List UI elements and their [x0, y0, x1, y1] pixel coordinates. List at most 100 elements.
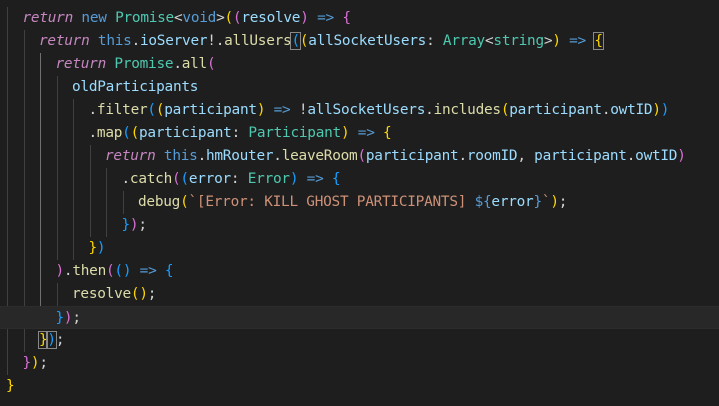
code-token: . — [88, 125, 98, 141]
code-line[interactable]: } — [0, 375, 719, 398]
code-token: => — [298, 171, 332, 187]
code-token: filter — [96, 102, 148, 118]
code-token: allUsers — [224, 33, 292, 49]
code-line[interactable]: .filter((participant) => !allSocketUsers… — [0, 99, 719, 122]
code-token: all — [181, 56, 208, 72]
code-token: } — [533, 194, 542, 210]
code-line[interactable]: ).then(() => { — [0, 260, 719, 283]
code-token: ; — [138, 217, 147, 233]
code-line[interactable]: }); — [0, 329, 719, 352]
code-token: ioServer — [139, 33, 208, 49]
code-token: ) — [256, 102, 266, 118]
code-line[interactable]: .map((participant: Participant) => { — [0, 122, 719, 145]
code-token: allSocketUsers — [308, 33, 427, 49]
code-token: `[Error: KILL GHOST PARTICIPANTS] — [188, 194, 475, 210]
code-token: ( — [147, 102, 156, 118]
code-line[interactable]: }); — [0, 306, 719, 329]
code-token: participant — [139, 125, 232, 141]
code-token: : — [231, 125, 249, 141]
code-token: => — [560, 33, 595, 49]
code-token: participant — [365, 148, 459, 164]
code-token: return — [22, 10, 74, 26]
code-token: ) — [122, 263, 132, 279]
code-token: } — [6, 378, 15, 394]
code-line[interactable]: .catch((error: Error) => { — [0, 168, 719, 191]
code-token: { — [342, 10, 351, 26]
code-token: new — [81, 10, 107, 26]
code-token: catch — [129, 171, 172, 187]
code-token: error — [491, 194, 534, 210]
code-token: . — [601, 102, 611, 118]
code-token: ( — [114, 263, 123, 279]
code-token: } — [22, 355, 32, 371]
code-token: . — [197, 148, 207, 164]
code-token: Array — [442, 33, 485, 49]
code-token: { — [164, 263, 174, 279]
code-line[interactable]: }) — [0, 237, 719, 260]
code-line[interactable]: return this.hmRouter.leaveRoom(participa… — [0, 145, 719, 168]
code-token: !. — [207, 33, 225, 49]
code-line[interactable]: }); — [0, 214, 719, 237]
code-token: this — [97, 33, 132, 49]
code-token: ( — [180, 171, 189, 187]
code-line[interactable]: return this.ioServer!.allUsers((allSocke… — [0, 30, 719, 53]
code-token: oldParticipants — [72, 79, 199, 95]
code-token: ) — [552, 33, 561, 49]
code-token: participant — [534, 148, 627, 164]
code-token: includes — [433, 102, 502, 118]
code-token: } — [55, 310, 65, 326]
code-token: ( — [357, 148, 366, 164]
code-token: Participant — [248, 125, 341, 141]
code-token: { — [593, 32, 604, 50]
code-token: owtID — [635, 148, 678, 164]
code-token: . — [173, 56, 182, 72]
code-line[interactable]: oldParticipants — [0, 76, 719, 99]
code-token: } — [121, 217, 131, 233]
code-token: ; — [147, 286, 157, 302]
code-token: . — [121, 171, 131, 187]
code-token: ; — [72, 310, 81, 326]
code-line[interactable]: }); — [0, 352, 719, 375]
code-token: ( — [290, 32, 301, 50]
code-token: hmRouter — [205, 148, 274, 164]
code-token: return — [39, 33, 90, 49]
code-token: ${ — [474, 194, 492, 210]
code-token: roomID — [466, 148, 518, 164]
code-token: leaveRoom — [281, 148, 358, 164]
code-token: ( — [206, 56, 216, 72]
code-token: Error — [247, 171, 290, 187]
code-token: . — [273, 148, 282, 164]
code-line[interactable]: debug(`[Error: KILL GHOST PARTICIPANTS] … — [0, 191, 719, 214]
code-line[interactable]: return new Promise<void>((resolve) => { — [0, 7, 719, 30]
code-token: . — [131, 33, 141, 49]
code-token: resolve — [241, 10, 301, 26]
code-token: ) — [55, 263, 65, 279]
code-token: ( — [130, 125, 140, 141]
code-token: ) — [652, 102, 661, 118]
code-line[interactable]: resolve(); — [0, 283, 719, 306]
code-token: : — [426, 33, 443, 49]
code-token: ) — [289, 171, 299, 187]
code-token: map — [96, 125, 123, 141]
code-token: ) — [139, 286, 148, 302]
code-token: ) — [660, 102, 670, 118]
code-token: { — [331, 171, 341, 187]
code-token: this — [163, 148, 198, 164]
code-token: Promise — [115, 10, 174, 26]
code-token: => — [349, 125, 384, 141]
code-token: } — [88, 240, 98, 256]
code-line[interactable]: return Promise.all( — [0, 53, 719, 76]
code-token: , — [517, 148, 535, 164]
code-token: return — [105, 148, 156, 164]
code-token: . — [88, 102, 98, 118]
code-token: ) — [96, 240, 106, 256]
code-token: : — [230, 171, 248, 187]
code-token: ; — [39, 355, 48, 371]
code-token: ) — [550, 194, 559, 210]
code-token: . — [425, 102, 434, 118]
code-token: { — [383, 125, 392, 141]
code-editor[interactable]: return new Promise<void>((resolve) => {r… — [0, 0, 719, 406]
code-token: return — [55, 56, 107, 72]
code-token: ) — [677, 148, 686, 164]
